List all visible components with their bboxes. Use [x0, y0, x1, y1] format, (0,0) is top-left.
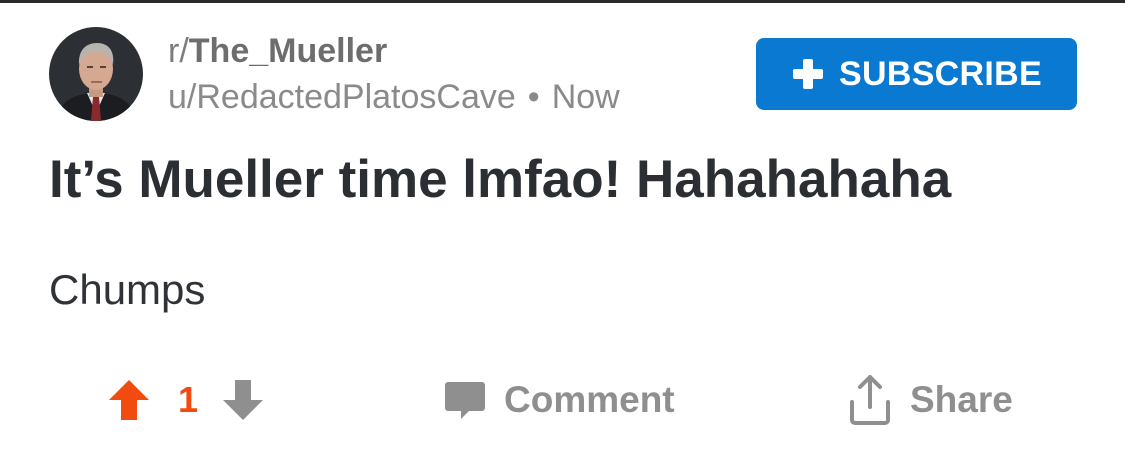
subscribe-button[interactable]: SUBSCRIBE — [756, 38, 1077, 110]
post-action-bar: 1 Comment Share — [0, 370, 1125, 434]
vote-count: 1 — [178, 379, 199, 420]
post-body: Chumps — [49, 266, 206, 313]
avatar[interactable] — [49, 27, 143, 121]
share-label: Share — [910, 379, 1013, 420]
share-upload-icon — [850, 375, 890, 425]
downvote-arrow-icon[interactable] — [222, 378, 264, 422]
comment-button[interactable]: Comment — [444, 376, 675, 424]
avatar-image — [49, 27, 143, 121]
author-link[interactable]: u/RedactedPlatosCave — [168, 78, 516, 116]
subreddit-name[interactable]: The_Mueller — [189, 32, 387, 70]
share-button[interactable]: Share — [848, 374, 1013, 426]
post-title[interactable]: It’s Mueller time lmfao! Hahahahaha — [49, 146, 951, 214]
top-divider — [0, 0, 1125, 3]
plus-icon — [793, 59, 824, 89]
comment-label: Comment — [504, 379, 675, 420]
post-timestamp: Now — [551, 78, 620, 116]
subreddit-prefix: r/ — [168, 32, 189, 70]
meta-separator: • — [527, 78, 540, 116]
comment-bubble-icon — [445, 382, 485, 419]
post-meta: u/RedactedPlatosCave • Now — [168, 77, 620, 117]
subreddit-name-line[interactable]: r/The_Mueller — [168, 31, 387, 71]
vote-control: 1 — [108, 378, 264, 422]
subscribe-label: SUBSCRIBE — [839, 54, 1042, 93]
upvote-arrow-icon[interactable] — [108, 378, 150, 422]
